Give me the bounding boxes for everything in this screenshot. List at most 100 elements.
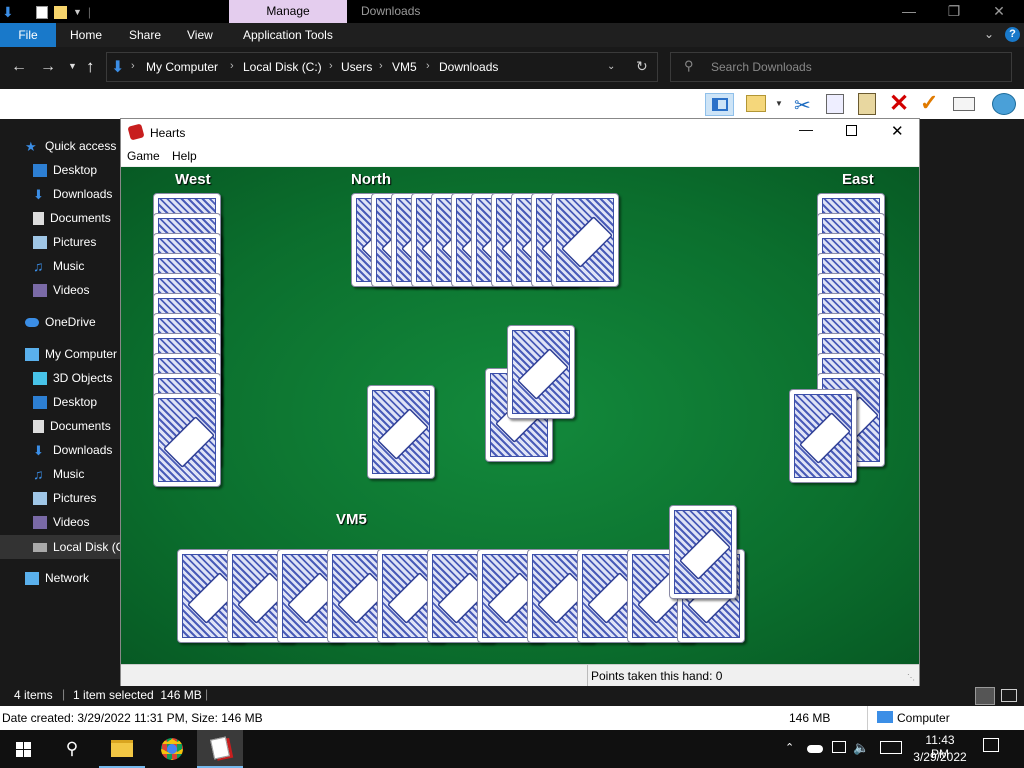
globe-icon[interactable]	[992, 93, 1016, 115]
new-folder-icon[interactable]	[54, 5, 67, 19]
documents-icon	[33, 211, 44, 225]
breadcrumb-local-disk[interactable]: Local Disk (C:)	[243, 60, 322, 74]
properties-icon[interactable]	[746, 95, 766, 112]
east-played-card	[789, 389, 857, 483]
hearts-minimize-button[interactable]: —	[799, 121, 813, 137]
nav-label: My Computer	[45, 347, 118, 361]
nav-label: Documents	[50, 419, 111, 433]
ribbon-expand-icon[interactable]: ⌄	[984, 27, 994, 41]
hand-card-selected[interactable]	[669, 505, 737, 599]
file-list-pane[interactable]	[920, 119, 1024, 686]
notifications-icon[interactable]	[983, 738, 999, 752]
breadcrumb-downloads[interactable]: Downloads	[439, 60, 498, 74]
tab-share[interactable]: Share	[129, 23, 161, 47]
network-icon	[25, 571, 39, 585]
hearts-window-title: Hearts	[150, 126, 186, 140]
breadcrumb-users[interactable]: Users	[341, 60, 372, 74]
onedrive-tray-icon[interactable]	[807, 745, 823, 753]
selection-info: 1 item selected 146 MB	[73, 688, 202, 702]
nav-network[interactable]: Network	[25, 566, 89, 590]
videos-icon	[33, 283, 47, 297]
nav-videos[interactable]: Videos	[33, 278, 112, 302]
tab-view[interactable]: View	[187, 23, 213, 47]
tab-home[interactable]: Home	[70, 23, 102, 47]
nav-pc-downloads[interactable]: ⬇ Downloads	[33, 438, 112, 462]
manage-tab[interactable]: Manage	[229, 0, 347, 23]
breadcrumb-separator: ›	[426, 60, 430, 72]
file-explorer-taskbar-button[interactable]	[99, 730, 145, 768]
up-arrow-icon[interactable]: ↑	[86, 57, 95, 77]
checkmark-icon[interactable]: ✓	[920, 90, 938, 116]
details-view-button[interactable]	[975, 687, 995, 705]
delete-icon[interactable]: ✕	[889, 89, 909, 118]
nav-pc-videos[interactable]: Videos	[33, 510, 112, 534]
minimize-button[interactable]: —	[886, 0, 932, 23]
copy-icon[interactable]	[826, 94, 844, 114]
player-west-label: West	[175, 171, 211, 188]
hearts-menu-bar: Game Help	[121, 146, 919, 166]
refresh-icon[interactable]: ↻	[636, 58, 648, 75]
resize-grip-icon[interactable]: ⋱	[907, 673, 915, 682]
pictures-icon	[33, 235, 47, 249]
nav-quick-access[interactable]: ★ Quick access	[25, 134, 116, 158]
help-icon[interactable]: ?	[1005, 27, 1020, 42]
hearts-close-button[interactable]: ✕	[891, 122, 904, 140]
tab-application-tools[interactable]: Application Tools	[243, 23, 333, 47]
search-button[interactable]: ⚲	[49, 730, 95, 768]
status-divider: |	[62, 687, 66, 701]
hearts-taskbar-button[interactable]	[197, 730, 243, 768]
large-icons-view-button[interactable]	[1001, 689, 1017, 702]
nav-label: Videos	[53, 283, 90, 297]
nav-pc-documents[interactable]: Documents	[33, 414, 112, 438]
breadcrumb-vm5[interactable]: VM5	[392, 60, 417, 74]
rename-icon[interactable]	[953, 97, 975, 111]
nav-pc-pictures[interactable]: Pictures	[33, 486, 112, 510]
dropdown-icon[interactable]: ▼	[775, 99, 783, 108]
location-text: Computer	[897, 711, 950, 725]
nav-label: Quick access	[45, 139, 117, 153]
paste-icon[interactable]	[858, 93, 876, 115]
maximize-button[interactable]: ❐	[931, 0, 977, 23]
nav-my-computer[interactable]: My Computer	[25, 342, 117, 366]
show-hidden-icons[interactable]: ⌃	[785, 741, 794, 754]
recent-locations-icon[interactable]: ▼	[68, 61, 77, 71]
keyboard-icon[interactable]	[880, 741, 902, 754]
nav-pc-desktop[interactable]: Desktop	[33, 390, 112, 414]
details-bar: Date created: 3/29/2022 11:31 PM, Size: …	[0, 706, 1024, 730]
preview-pane-button[interactable]	[705, 93, 734, 116]
player-north-label: North	[351, 171, 391, 188]
close-button[interactable]: ✕	[976, 0, 1022, 23]
menu-game[interactable]: Game	[127, 149, 160, 163]
tab-file[interactable]: File	[0, 23, 56, 47]
drive-icon	[33, 542, 47, 552]
volume-muted-icon[interactable]: 🔈	[853, 740, 869, 756]
properties-icon[interactable]	[36, 5, 48, 19]
network-tray-icon[interactable]	[832, 741, 846, 753]
breadcrumb-separator: ›	[329, 60, 333, 72]
nav-music[interactable]: ♫ Music	[33, 254, 112, 278]
down-arrow-icon[interactable]: ⬇	[2, 5, 16, 19]
nav-desktop[interactable]: Desktop	[33, 158, 112, 182]
hearts-status-bar: Points taken this hand: 0 ⋱	[121, 664, 919, 686]
documents-icon	[33, 419, 44, 433]
nav-documents[interactable]: Documents	[33, 206, 112, 230]
forward-arrow-icon[interactable]: →	[40, 58, 56, 76]
nav-local-disk[interactable]: Local Disk (C:)	[33, 535, 132, 559]
start-button[interactable]	[0, 730, 46, 768]
hearts-maximize-button[interactable]	[846, 125, 857, 136]
chrome-taskbar-button[interactable]	[149, 730, 195, 768]
back-arrow-icon[interactable]: ←	[11, 58, 27, 76]
breadcrumb-my-computer[interactable]: My Computer	[146, 60, 218, 74]
nav-3d-objects[interactable]: 3D Objects	[33, 366, 112, 390]
nav-pictures[interactable]: Pictures	[33, 230, 112, 254]
address-dropdown-icon[interactable]: ⌄	[607, 61, 615, 72]
cut-icon[interactable]: ✂	[794, 93, 811, 118]
customize-qa-icon[interactable]: ▼	[73, 7, 82, 17]
qa-divider: |	[87, 5, 92, 19]
nav-downloads[interactable]: ⬇ Downloads	[33, 182, 112, 206]
breadcrumb-separator: ›	[379, 60, 383, 72]
menu-help[interactable]: Help	[172, 149, 197, 163]
nav-pc-music[interactable]: ♫ Music	[33, 462, 112, 486]
clock-date[interactable]: 3/29/2022	[908, 750, 972, 764]
nav-onedrive[interactable]: OneDrive	[25, 310, 96, 334]
